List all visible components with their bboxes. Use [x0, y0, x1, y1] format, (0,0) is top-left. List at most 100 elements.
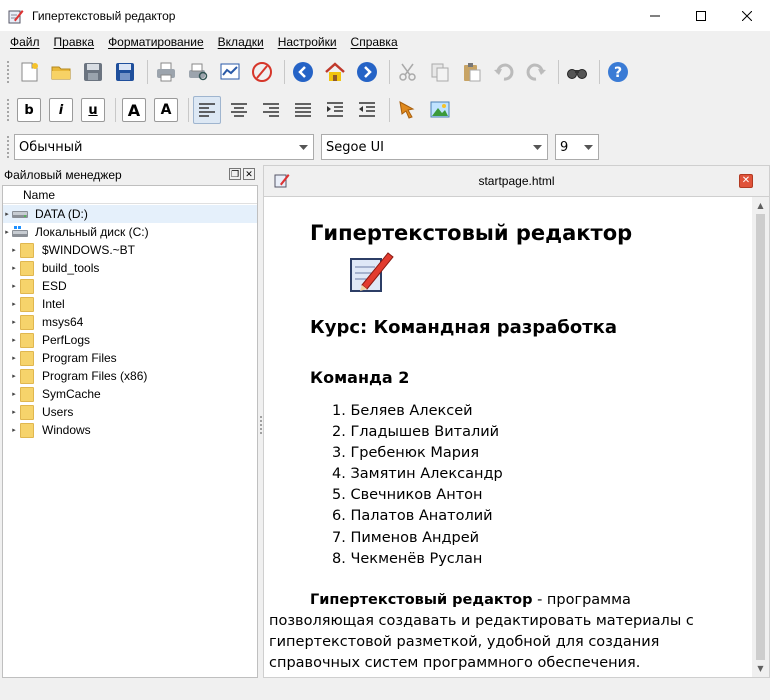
pdf-icon[interactable] [248, 58, 276, 86]
menu-help[interactable]: Справка [344, 35, 405, 49]
tree-item-label: SymCache [42, 387, 101, 401]
expand-arrow-icon[interactable]: ▸ [10, 390, 18, 398]
scrollbar-thumb[interactable] [756, 214, 765, 660]
scroll-up-icon[interactable]: ▲ [752, 197, 769, 214]
minimize-button[interactable] [632, 0, 678, 31]
redo-icon[interactable] [522, 58, 550, 86]
document-view[interactable]: Гипертекстовый редактор Курс: Командная … [263, 197, 770, 678]
close-window-button[interactable] [724, 0, 770, 31]
font-family-select[interactable]: Segoe UI [321, 134, 548, 160]
tree-item-local-disk[interactable]: ▸ Локальный диск (C:) [3, 223, 257, 241]
font-smaller-button[interactable]: A [154, 98, 178, 122]
toolbar-grip[interactable] [6, 98, 10, 122]
maximize-button[interactable] [678, 0, 724, 31]
font-larger-button[interactable]: A [122, 98, 146, 122]
bold-button[interactable]: b [17, 98, 41, 122]
new-document-icon[interactable] [15, 58, 43, 86]
expand-arrow-icon[interactable]: ▸ [10, 300, 18, 308]
italic-button[interactable]: i [49, 98, 73, 122]
expand-arrow-icon[interactable]: ▸ [10, 282, 18, 290]
folder-icon [18, 386, 36, 402]
expand-arrow-icon[interactable]: ▸ [3, 210, 11, 218]
insert-link-icon[interactable] [394, 96, 422, 124]
find-icon[interactable] [563, 58, 591, 86]
outdent-icon[interactable] [353, 96, 381, 124]
expand-arrow-icon[interactable]: ▸ [10, 336, 18, 344]
folder-icon [18, 332, 36, 348]
folder-icon [18, 242, 36, 258]
folder-icon [18, 404, 36, 420]
expand-arrow-icon[interactable]: ▸ [10, 408, 18, 416]
expand-arrow-icon[interactable]: ▸ [10, 372, 18, 380]
toolbar-separator [389, 98, 390, 122]
paste-icon[interactable] [458, 58, 486, 86]
font-family-value: Segoe UI [326, 139, 384, 155]
save-as-icon[interactable] [111, 58, 139, 86]
close-panel-button[interactable]: ✕ [243, 168, 255, 180]
paragraph-style-select[interactable]: Обычный [14, 134, 314, 160]
float-panel-button[interactable]: ❐ [229, 168, 241, 180]
column-header-name[interactable]: Name [3, 186, 257, 204]
vertical-scrollbar[interactable]: ▲ ▼ [752, 197, 769, 677]
document-heading: Гипертекстовый редактор [310, 221, 633, 245]
tree-item-folder[interactable]: ▸ Program Files (x86) [3, 367, 257, 385]
tree-item-folder[interactable]: ▸ $WINDOWS.~BT [3, 241, 257, 259]
tree-item-folder[interactable]: ▸ SymCache [3, 385, 257, 403]
indent-icon[interactable] [321, 96, 349, 124]
tree-item-label: Windows [42, 423, 91, 437]
print-preview-icon[interactable] [184, 58, 212, 86]
title-bar: Гипертекстовый редактор [0, 0, 770, 31]
underline-button[interactable]: u [81, 98, 105, 122]
expand-arrow-icon[interactable]: ▸ [10, 264, 18, 272]
print-icon[interactable] [152, 58, 180, 86]
menu-file[interactable]: Файл [3, 35, 47, 49]
toolbar-grip[interactable] [6, 60, 10, 84]
editor-app-icon [8, 8, 24, 24]
document-tab[interactable]: startpage.html ✕ [263, 165, 770, 197]
cut-icon[interactable] [394, 58, 422, 86]
open-folder-icon[interactable] [47, 58, 75, 86]
close-tab-button[interactable]: ✕ [739, 174, 753, 188]
folder-icon [18, 368, 36, 384]
expand-arrow-icon[interactable]: ▸ [10, 318, 18, 326]
menu-format[interactable]: Форматирование [101, 35, 211, 49]
tree-item-folder[interactable]: ▸ Users [3, 403, 257, 421]
undo-icon[interactable] [490, 58, 518, 86]
expand-arrow-icon[interactable]: ▸ [3, 228, 11, 236]
toolbar-grip[interactable] [6, 135, 10, 159]
align-center-icon[interactable] [225, 96, 253, 124]
expand-arrow-icon[interactable]: ▸ [10, 426, 18, 434]
expand-arrow-icon[interactable]: ▸ [10, 354, 18, 362]
copy-icon[interactable] [426, 58, 454, 86]
align-right-icon[interactable] [257, 96, 285, 124]
font-size-select[interactable]: 9 [555, 134, 599, 160]
insert-image-icon[interactable] [426, 96, 454, 124]
help-icon[interactable]: ? [604, 58, 632, 86]
align-left-icon[interactable] [193, 96, 221, 124]
back-icon[interactable] [289, 58, 317, 86]
tree-item-folder[interactable]: ▸ ESD [3, 277, 257, 295]
tree-item-folder[interactable]: ▸ msys64 [3, 313, 257, 331]
tree-item-folder[interactable]: ▸ Program Files [3, 349, 257, 367]
tree-item-label: msys64 [42, 315, 84, 329]
paragraph-style-value: Обычный [19, 139, 83, 155]
forward-icon[interactable] [353, 58, 381, 86]
save-icon[interactable] [79, 58, 107, 86]
chart-icon[interactable] [216, 58, 244, 86]
tree-item-folder[interactable]: ▸ Windows [3, 421, 257, 439]
list-item: 3. Гребенюк Мария [332, 445, 480, 462]
menu-settings[interactable]: Настройки [271, 35, 344, 49]
scroll-down-icon[interactable]: ▼ [752, 660, 769, 677]
home-icon[interactable] [321, 58, 349, 86]
tree-item-folder[interactable]: ▸ build_tools [3, 259, 257, 277]
menu-edit[interactable]: Правка [47, 35, 102, 49]
tree-item-data-drive[interactable]: ▸ DATA (D:) [3, 205, 257, 223]
file-manager-title: Файловый менеджер [4, 168, 122, 182]
list-item: 1. Беляев Алексей [332, 403, 473, 419]
tree-item-folder[interactable]: ▸ PerfLogs [3, 331, 257, 349]
menu-tabs[interactable]: Вкладки [211, 35, 271, 49]
expand-arrow-icon[interactable]: ▸ [10, 246, 18, 254]
align-justify-icon[interactable] [289, 96, 317, 124]
tree-item-folder[interactable]: ▸ Intel [3, 295, 257, 313]
list-item: 5. Свечников Антон [332, 487, 483, 504]
